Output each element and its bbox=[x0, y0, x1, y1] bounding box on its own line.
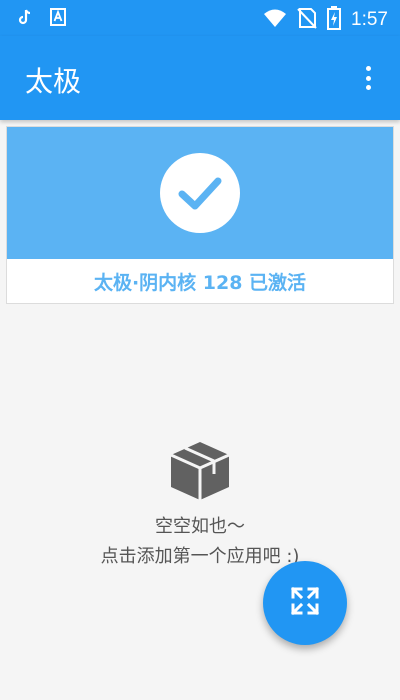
battery-charging-icon bbox=[327, 6, 342, 34]
check-icon bbox=[160, 153, 240, 233]
package-box-icon bbox=[167, 440, 233, 502]
tiktok-icon bbox=[18, 9, 32, 29]
status-bar: 1:57 bbox=[0, 0, 400, 36]
wifi-icon bbox=[263, 8, 287, 32]
empty-state-title: 空空如也～ bbox=[155, 516, 245, 537]
more-vert-icon[interactable] bbox=[358, 62, 378, 94]
a-app-icon bbox=[50, 8, 66, 30]
activation-status-text: 太极·阴内核 128 已激活 bbox=[93, 271, 307, 294]
status-banner bbox=[7, 127, 393, 259]
signal-off-icon bbox=[297, 7, 317, 33]
activation-status-card: 太极·阴内核 128 已激活 bbox=[6, 126, 394, 304]
expand-arrows-icon bbox=[290, 586, 320, 620]
add-app-fab-button[interactable] bbox=[263, 561, 347, 645]
clock-time: 1:57 bbox=[351, 9, 388, 30]
app-title: 太极 bbox=[25, 65, 82, 98]
app-bar: 太极 bbox=[0, 36, 400, 120]
empty-state-hint: 点击添加第一个应用吧 :) bbox=[100, 546, 300, 567]
